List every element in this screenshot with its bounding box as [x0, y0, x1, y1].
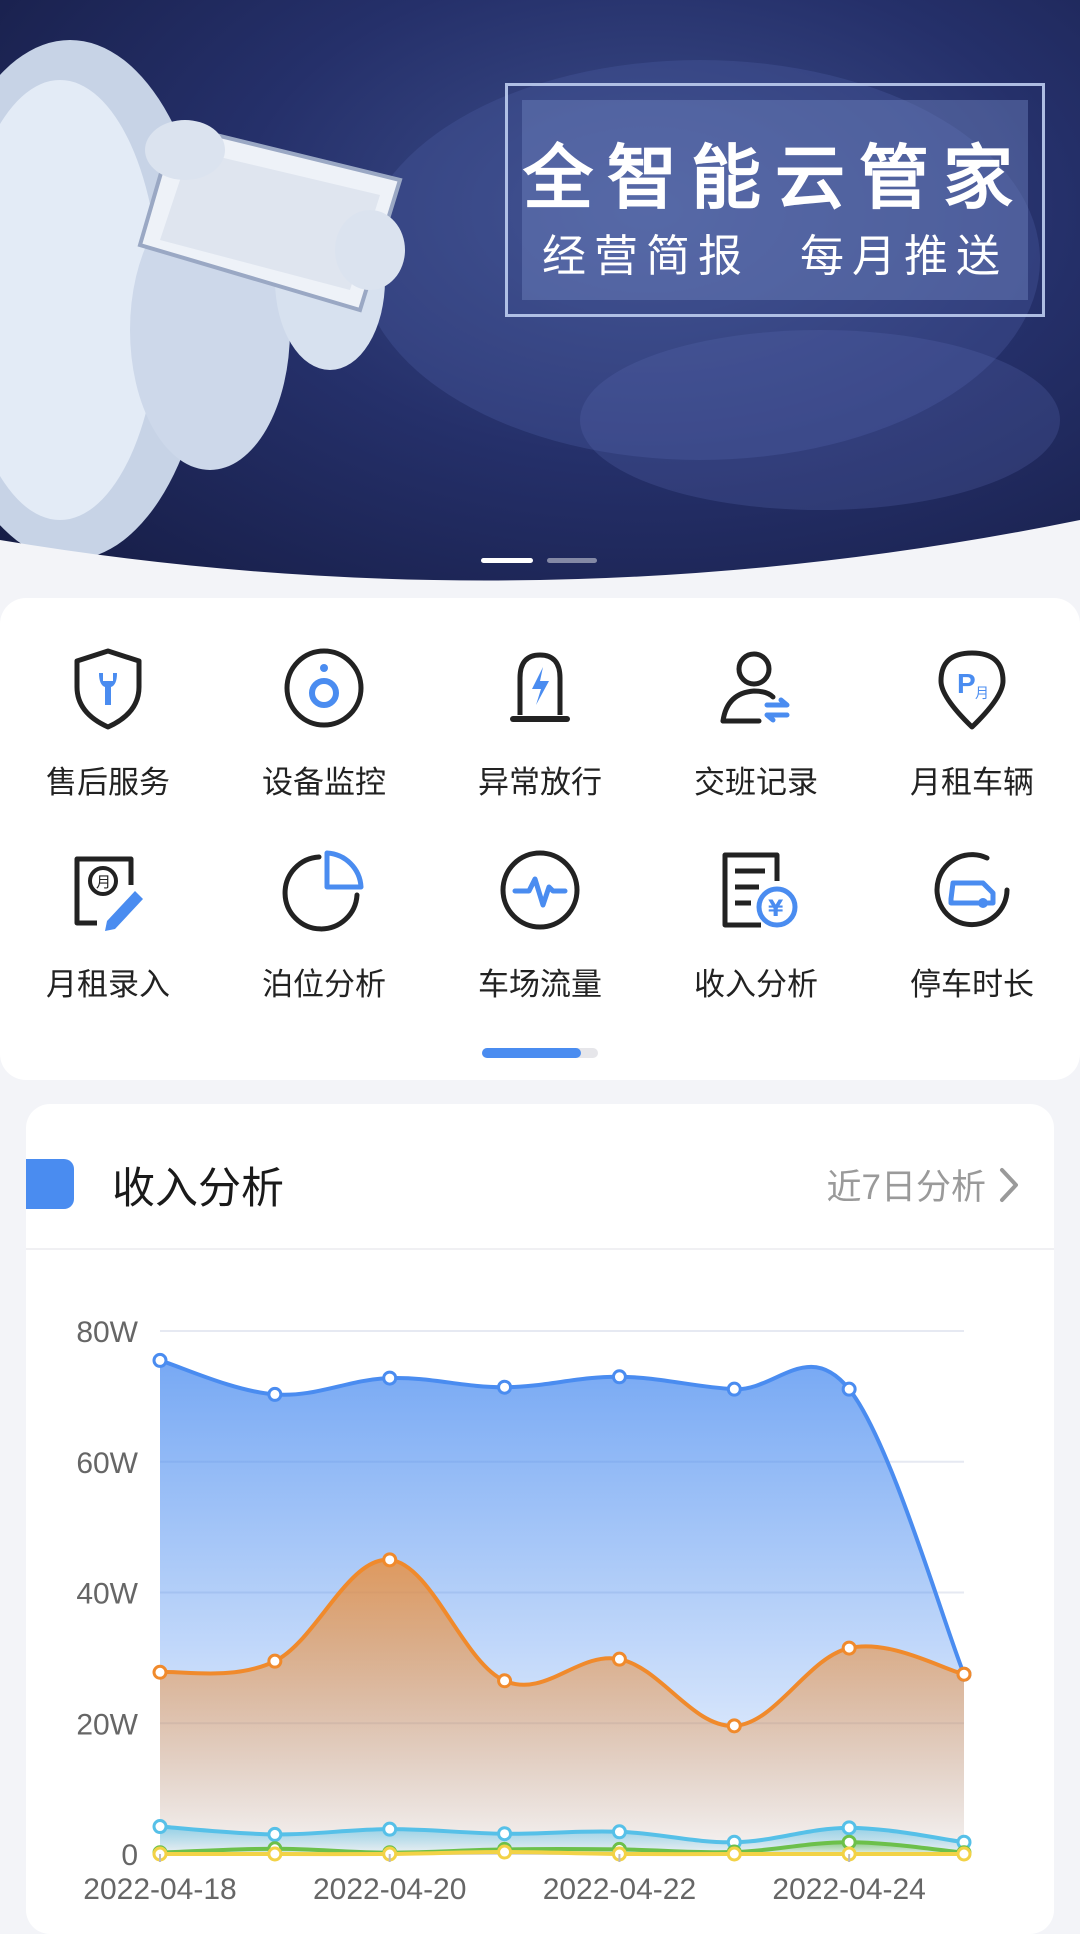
menu-item-lot-traffic[interactable]: 车场流量 [432, 845, 648, 1004]
menu-item-label: 异常放行 [478, 765, 602, 800]
menu-item-label: 交班记录 [694, 765, 818, 800]
shield-wrench-icon [74, 648, 142, 730]
income-area-chart: 0 20W 40W 60W 80W 2022-04-18 2022-04-20 2022-04… [76, 1316, 972, 1906]
data-point [841, 1381, 857, 1397]
data-point [726, 1718, 742, 1734]
data-point [497, 1673, 513, 1689]
camera-monitor-icon [284, 648, 364, 728]
income-analysis-card: 收入分析 近7日分析 0 20W 40W 60W 80W 2022-04-18 2022-0… [26, 1104, 1054, 1934]
svg-text:P: P [957, 668, 976, 699]
banner-subtitle-right: 每月推送 [800, 232, 1008, 281]
banner-text-frame: 全智能云管家 经营简报 每月推送 [505, 83, 1045, 317]
data-point [956, 1846, 972, 1862]
y-tick-label: 60W [76, 1447, 138, 1480]
data-point [267, 1826, 283, 1842]
data-point [611, 1369, 627, 1385]
data-point [382, 1552, 398, 1568]
data-point [267, 1846, 283, 1862]
svg-text:¥: ¥ [768, 897, 784, 922]
user-handover-icon [720, 651, 790, 724]
menu-item-parking-duration[interactable]: 停车时长 [864, 845, 1080, 1004]
banner-title: 全智能云管家 [523, 139, 1027, 217]
menu-item-label: 月租车辆 [910, 765, 1034, 800]
function-menu: 售后服务 设备监控 异常放行 交班记录 P 月 月租车辆 月 月租录入 泊位分析… [0, 598, 1080, 1080]
data-point [611, 1651, 627, 1667]
data-point [497, 1844, 513, 1860]
menu-item-abnormal-release[interactable]: 异常放行 [432, 643, 648, 802]
data-point [152, 1819, 168, 1835]
data-point [267, 1386, 283, 1402]
x-tick-label: 2022-04-24 [772, 1873, 925, 1906]
banner-subtitle-left: 经营简报 [542, 232, 750, 281]
menu-item-berth-analysis[interactable]: 泊位分析 [216, 845, 432, 1004]
parking-month-pin-icon: P 月 [938, 650, 1006, 730]
menu-item-label: 售后服务 [46, 765, 170, 800]
document-yuan-icon: ¥ [722, 852, 798, 928]
menu-page-indicator [482, 1048, 598, 1058]
menu-item-label: 月租录入 [46, 967, 170, 1002]
svg-text:月: 月 [975, 686, 989, 702]
data-point [841, 1640, 857, 1656]
svg-text:月: 月 [96, 873, 111, 891]
data-point [726, 1381, 742, 1397]
data-point [956, 1666, 972, 1682]
data-point [152, 1664, 168, 1680]
menu-item-label: 停车时长 [910, 967, 1034, 1002]
y-tick-label: 0 [121, 1839, 138, 1872]
menu-item-monthly-entry[interactable]: 月 月租录入 [0, 845, 216, 1004]
menu-item-handover-record[interactable]: 交班记录 [648, 643, 864, 802]
menu-item-device-monitor[interactable]: 设备监控 [216, 643, 432, 802]
data-point [726, 1846, 742, 1862]
menu-item-after-sales[interactable]: 售后服务 [0, 643, 216, 802]
barrier-lightning-icon [510, 652, 570, 722]
carousel-dot[interactable] [547, 558, 597, 563]
x-tick-label: 2022-04-18 [83, 1873, 236, 1906]
month-entry-edit-icon: 月 [74, 856, 143, 931]
data-point [497, 1379, 513, 1395]
menu-page-indicator-fill [482, 1048, 581, 1058]
menu-item-label: 泊位分析 [262, 967, 386, 1002]
car-clock-icon [934, 852, 1010, 928]
data-point [382, 1370, 398, 1386]
y-tick-label: 80W [76, 1316, 138, 1349]
data-point [611, 1824, 627, 1840]
pie-chart-icon [282, 850, 364, 932]
data-point [841, 1820, 857, 1836]
y-tick-label: 20W [76, 1708, 138, 1741]
data-point [267, 1653, 283, 1669]
pulse-circle-icon [500, 850, 580, 930]
carousel-indicator [0, 558, 1080, 564]
banner-carousel[interactable]: 全智能云管家 经营简报 每月推送 [0, 0, 1080, 600]
menu-item-income-analysis[interactable]: ¥ 收入分析 [648, 845, 864, 1004]
menu-item-label: 设备监控 [262, 765, 386, 800]
x-tick-label: 2022-04-20 [313, 1873, 466, 1906]
carousel-dot-active[interactable] [481, 558, 533, 563]
banner-subtitle: 经营简报 每月推送 [522, 220, 1028, 284]
y-tick-label: 40W [76, 1578, 138, 1611]
data-point [841, 1834, 857, 1850]
data-point [497, 1826, 513, 1842]
menu-item-label: 收入分析 [694, 967, 818, 1002]
menu-item-monthly-vehicle[interactable]: P 月 月租车辆 [864, 643, 1080, 802]
data-point [152, 1352, 168, 1368]
x-tick-label: 2022-04-22 [543, 1873, 696, 1906]
menu-item-label: 车场流量 [478, 967, 602, 1002]
data-point [382, 1821, 398, 1837]
